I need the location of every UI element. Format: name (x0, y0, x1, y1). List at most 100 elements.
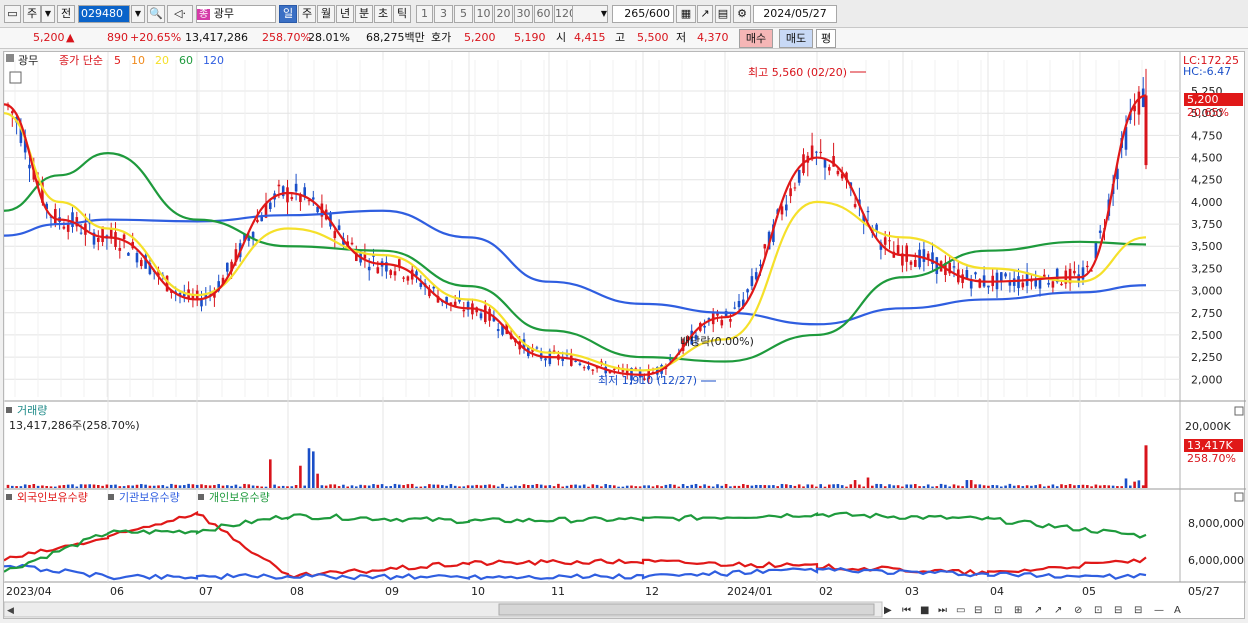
candle-body (746, 289, 749, 293)
volume-bar (1034, 485, 1037, 488)
panel-icon[interactable] (6, 54, 14, 62)
buy-button[interactable]: 매수 (739, 29, 773, 48)
period-tab-3[interactable]: 년 (336, 5, 354, 23)
search-icon[interactable]: 🔍 (147, 5, 165, 23)
volume-panel-close[interactable] (1234, 406, 1244, 416)
low-price: 4,370 (697, 31, 729, 44)
quote-bar: 5,200 ▲ 890 +20.65% 13,417,286 258.70% 2… (0, 28, 1248, 49)
holding-legend-icon[interactable] (198, 494, 204, 500)
nav-button-icon[interactable]: ■ (920, 605, 929, 616)
volume-bar (410, 483, 414, 488)
nav-button-icon[interactable]: ⊞ (1014, 605, 1022, 616)
holding-legend-icon[interactable] (108, 494, 114, 500)
volume-bar (114, 484, 117, 488)
nav-button-icon[interactable]: ⏮ (902, 605, 911, 616)
volume-bar (793, 485, 797, 488)
volume-bar (436, 484, 440, 488)
nav-button-icon[interactable]: ↗ (1054, 605, 1062, 616)
interval-tab-60[interactable]: 60 (534, 5, 553, 23)
save-icon[interactable]: ▤ (715, 5, 731, 23)
count-field[interactable]: 265/600 (612, 5, 674, 23)
volume-bar (995, 485, 999, 488)
nav-button-icon[interactable]: ⊟ (974, 605, 982, 616)
interval-dropdown[interactable]: ▼ (572, 5, 608, 23)
code-dropdown-icon[interactable]: ▼ (131, 5, 145, 23)
holding-panel-close[interactable] (1234, 492, 1244, 502)
holding-legend-icon[interactable] (6, 494, 12, 500)
interval-tab-1[interactable]: 1 (416, 5, 433, 23)
candle-body (733, 307, 736, 309)
interval-tab-3[interactable]: 3 (434, 5, 453, 23)
period-tab-2[interactable]: 월 (317, 5, 335, 23)
stock-code-input[interactable]: 029480 (78, 5, 130, 23)
nav-button-icon[interactable]: ↗ (1034, 605, 1042, 616)
volume-bar (948, 486, 951, 488)
gear-icon[interactable]: ⚙ (733, 5, 751, 23)
nav-button-icon[interactable]: A (1174, 605, 1181, 616)
interval-tab-30[interactable]: 30 (514, 5, 533, 23)
volume-bar (109, 484, 113, 488)
volume-panel-icon[interactable] (6, 407, 12, 413)
scroll-left-icon[interactable]: ◀ (7, 606, 14, 616)
volume-bar (49, 486, 53, 488)
volume-bar (535, 483, 539, 488)
volume-bar (372, 484, 375, 488)
nav-button-icon[interactable]: — (1154, 605, 1164, 616)
chevron-down-icon[interactable]: ▼ (41, 5, 55, 23)
interval-tab-10[interactable]: 10 (474, 5, 493, 23)
nav-button-icon[interactable]: ⊡ (994, 605, 1002, 616)
period-tab-1[interactable]: 주 (298, 5, 316, 23)
chart-tools-icon[interactable]: ▦ (676, 5, 696, 23)
period-tab-5[interactable]: 초 (374, 5, 392, 23)
position-button[interactable]: 평 (816, 29, 836, 48)
volume-bar (797, 484, 801, 488)
volume-bar (544, 485, 547, 488)
nav-button-icon[interactable]: ⊟ (1134, 605, 1142, 616)
volume-bar (183, 485, 186, 488)
nav-button-icon[interactable]: ▭ (956, 605, 965, 616)
scrollbar-thumb[interactable] (498, 603, 875, 616)
period-tab-4[interactable]: 분 (355, 5, 373, 23)
chart-area[interactable]: 5,250 5,000 4,750 4,500 4,250 4,000 3,750 3,500… (3, 51, 1246, 620)
candle-type-icon[interactable] (9, 71, 22, 84)
interval-tab-20[interactable]: 20 (494, 5, 513, 23)
x-end-label: 05/27 (1188, 585, 1220, 598)
volume-bar (1021, 486, 1025, 488)
volume-bar (161, 485, 165, 488)
nav-button-icon[interactable]: ▶ (884, 605, 892, 616)
volume-bar (527, 485, 530, 488)
volume-bar (1047, 485, 1050, 488)
prefix-select[interactable]: 전 (57, 5, 75, 23)
chart-canvas[interactable]: 5,2505,0004,7504,5004,2504,0003,7503,500… (3, 52, 1246, 620)
candle-body (952, 266, 956, 268)
volume-bar (1090, 486, 1093, 488)
period-tab-6[interactable]: 틱 (393, 5, 411, 23)
chart-nav-buttons: ▶ ⏮ ■ ⏭ ▭ ⊟ ⊡ ⊞ ↗ ↗ ⊘ ⊡ ⊟ ⊟ — A (884, 605, 1181, 616)
volume-bar (1116, 486, 1119, 488)
nav-button-icon[interactable]: ⊟ (1114, 605, 1122, 616)
price-tick-label: 3,000 (1191, 285, 1223, 298)
volume-bar (432, 484, 435, 488)
volume-bar (84, 484, 87, 488)
nav-button-icon[interactable]: ⏭ (938, 605, 947, 616)
window-icon[interactable]: ▭ (4, 5, 21, 23)
sell-button[interactable]: 매도 (779, 29, 813, 48)
compare-icon[interactable]: ↗ (697, 5, 713, 23)
date-field[interactable]: 2024/05/27 (753, 5, 837, 23)
stock-name-field[interactable]: 종 광무 (196, 5, 276, 23)
volume-bar (170, 483, 173, 488)
volume-bar (763, 485, 767, 488)
mode-select[interactable]: 주 (23, 5, 41, 23)
speaker-icon[interactable]: ◁· (167, 5, 193, 23)
interval-tab-5[interactable]: 5 (454, 5, 473, 23)
candle-body (1098, 230, 1102, 233)
candle-body (909, 261, 913, 265)
nav-button-icon[interactable]: ⊘ (1074, 605, 1082, 616)
nav-button-icon[interactable]: ⊡ (1094, 605, 1102, 616)
period-tab-0[interactable]: 일 (279, 5, 297, 23)
volume-bar (707, 485, 711, 488)
volume-bar (501, 483, 504, 488)
candle-body (294, 183, 298, 192)
candle-body (591, 369, 595, 371)
volume-bar (1111, 485, 1115, 488)
